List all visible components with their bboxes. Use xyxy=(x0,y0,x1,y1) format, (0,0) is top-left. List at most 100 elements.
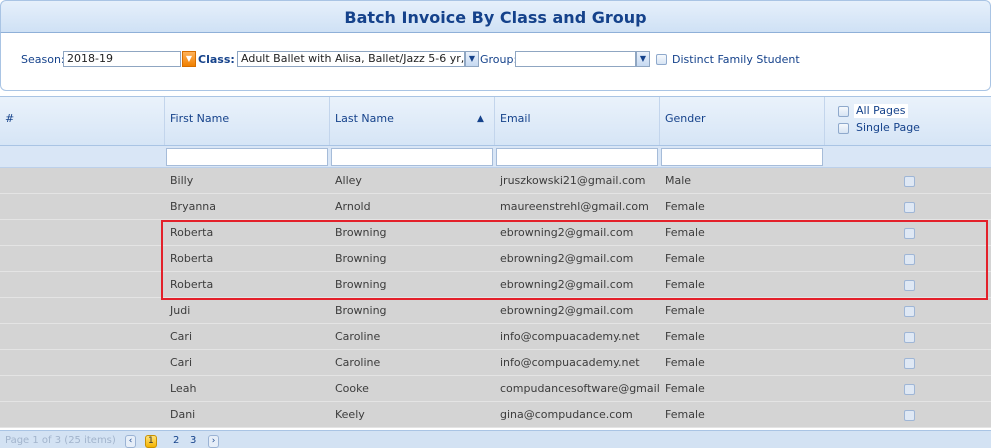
column-header-email[interactable]: Email xyxy=(495,97,660,145)
page-2-link[interactable]: 2 xyxy=(173,435,179,447)
table-row[interactable]: Bryanna Arnold maureenstrehl@gmail.com F… xyxy=(0,194,991,220)
class-dropdown-button[interactable]: ▼ xyxy=(465,51,479,67)
table-row[interactable]: Cari Caroline info@compuacademy.net Fema… xyxy=(0,350,991,376)
table-row[interactable]: Roberta Browning ebrowning2@gmail.com Fe… xyxy=(0,246,991,272)
table-row[interactable]: Billy Alley jruszkowski21@gmail.com Male xyxy=(0,168,991,194)
filter-panel: Season: 2018-19 ▼ Class: Adult Ballet wi… xyxy=(0,33,991,91)
table-row[interactable]: Roberta Browning ebrowning2@gmail.com Fe… xyxy=(0,272,991,298)
row-select-checkbox[interactable] xyxy=(904,176,915,187)
gender-cell: Male xyxy=(665,174,692,187)
last-name-cell: Caroline xyxy=(335,330,381,343)
table-row[interactable]: Roberta Browning ebrowning2@gmail.com Fe… xyxy=(0,220,991,246)
season-dropdown-button[interactable]: ▼ xyxy=(182,51,196,67)
row-select-checkbox[interactable] xyxy=(904,410,915,421)
group-label: Group: xyxy=(480,53,518,66)
column-header-number[interactable]: # xyxy=(0,97,165,145)
chevron-down-icon: ▼ xyxy=(468,54,476,63)
class-select[interactable]: Adult Ballet with Alisa, Ballet/Jazz 5-6… xyxy=(237,51,465,67)
page-3-link[interactable]: 3 xyxy=(190,435,196,447)
email-filter-input[interactable] xyxy=(496,148,658,166)
gender-cell: Female xyxy=(665,252,705,265)
first-name-cell: Roberta xyxy=(170,226,214,239)
page-1-button[interactable]: 1 xyxy=(145,435,157,448)
next-page-button[interactable]: › xyxy=(208,435,219,448)
gender-cell: Female xyxy=(665,304,705,317)
row-select-checkbox[interactable] xyxy=(904,332,915,343)
row-select-checkbox[interactable] xyxy=(904,358,915,369)
page-title: Batch Invoice By Class and Group xyxy=(344,8,647,27)
gender-cell: Female xyxy=(665,330,705,343)
last-name-cell: Browning xyxy=(335,226,387,239)
single-page-checkbox[interactable] xyxy=(838,123,849,134)
email-cell: compudancesoftware@gmail.cc xyxy=(500,382,660,395)
gender-cell: Female xyxy=(665,382,705,395)
season-label: Season: xyxy=(21,53,65,66)
first-name-cell: Cari xyxy=(170,330,192,343)
last-name-cell: Arnold xyxy=(335,200,371,213)
first-name-cell: Judi xyxy=(170,304,191,317)
column-header-last-name[interactable]: Last Name ▲ xyxy=(330,97,495,145)
email-cell: ebrowning2@gmail.com xyxy=(500,252,634,265)
row-select-checkbox[interactable] xyxy=(904,202,915,213)
row-select-checkbox[interactable] xyxy=(904,254,915,265)
pager: Page 1 of 3 (25 items) ‹ 1 2 3 › xyxy=(0,430,991,448)
last-name-cell: Browning xyxy=(335,304,387,317)
email-cell: jruszkowski21@gmail.com xyxy=(500,174,646,187)
email-cell: gina@compudance.com xyxy=(500,408,633,421)
row-select-checkbox[interactable] xyxy=(904,384,915,395)
prev-page-button[interactable]: ‹ xyxy=(125,435,136,448)
chevron-right-icon: › xyxy=(211,436,216,446)
class-label: Class: xyxy=(198,53,235,66)
sort-ascending-icon: ▲ xyxy=(477,114,484,124)
distinct-family-checkbox[interactable] xyxy=(656,54,667,65)
grid-header: # First Name Last Name ▲ Email Gender Al… xyxy=(0,96,991,146)
gender-filter-input[interactable] xyxy=(661,148,823,166)
first-name-cell: Dani xyxy=(170,408,196,421)
last-name-cell: Browning xyxy=(335,252,387,265)
student-grid: # First Name Last Name ▲ Email Gender Al… xyxy=(0,96,991,448)
season-select[interactable]: 2018-19 xyxy=(63,51,181,67)
group-dropdown-button[interactable]: ▼ xyxy=(636,51,650,67)
column-header-select: All Pages Single Page xyxy=(825,97,991,145)
first-name-cell: Roberta xyxy=(170,252,214,265)
row-select-checkbox[interactable] xyxy=(904,228,915,239)
email-cell: maureenstrehl@gmail.com xyxy=(500,200,649,213)
last-name-filter-input[interactable] xyxy=(331,148,493,166)
grid-rows: Billy Alley jruszkowski21@gmail.com Male… xyxy=(0,168,991,428)
row-select-checkbox[interactable] xyxy=(904,306,915,317)
first-name-cell: Bryanna xyxy=(170,200,217,213)
row-select-checkbox[interactable] xyxy=(904,280,915,291)
first-name-filter-input[interactable] xyxy=(166,148,328,166)
column-header-last-name-label: Last Name xyxy=(335,112,394,125)
gender-cell: Female xyxy=(665,356,705,369)
filter-row xyxy=(0,146,991,168)
single-page-label: Single Page xyxy=(856,121,920,134)
email-cell: info@compuacademy.net xyxy=(500,356,640,369)
last-name-cell: Cooke xyxy=(335,382,369,395)
column-header-first-name[interactable]: First Name xyxy=(165,97,330,145)
chevron-down-icon: ▼ xyxy=(639,54,647,63)
gender-cell: Female xyxy=(665,200,705,213)
first-name-cell: Leah xyxy=(170,382,197,395)
pager-summary: Page 1 of 3 (25 items) xyxy=(5,435,116,446)
table-row[interactable]: Dani Keely gina@compudance.com Female xyxy=(0,402,991,428)
table-row[interactable]: Judi Browning ebrowning2@gmail.com Femal… xyxy=(0,298,991,324)
table-row[interactable]: Cari Caroline info@compuacademy.net Fema… xyxy=(0,324,991,350)
chevron-down-icon: ▼ xyxy=(185,54,193,63)
table-row[interactable]: Leah Cooke compudancesoftware@gmail.cc F… xyxy=(0,376,991,402)
distinct-family-label: Distinct Family Student xyxy=(672,53,800,66)
column-header-gender[interactable]: Gender xyxy=(660,97,825,145)
all-pages-label: All Pages xyxy=(854,104,908,118)
gender-cell: Female xyxy=(665,278,705,291)
first-name-cell: Cari xyxy=(170,356,192,369)
gender-cell: Female xyxy=(665,226,705,239)
last-name-cell: Caroline xyxy=(335,356,381,369)
group-select[interactable] xyxy=(515,51,636,67)
chevron-left-icon: ‹ xyxy=(128,436,133,446)
email-cell: ebrowning2@gmail.com xyxy=(500,226,634,239)
all-pages-checkbox[interactable] xyxy=(838,106,849,117)
gender-cell: Female xyxy=(665,408,705,421)
last-name-cell: Keely xyxy=(335,408,365,421)
email-cell: ebrowning2@gmail.com xyxy=(500,278,634,291)
last-name-cell: Alley xyxy=(335,174,362,187)
